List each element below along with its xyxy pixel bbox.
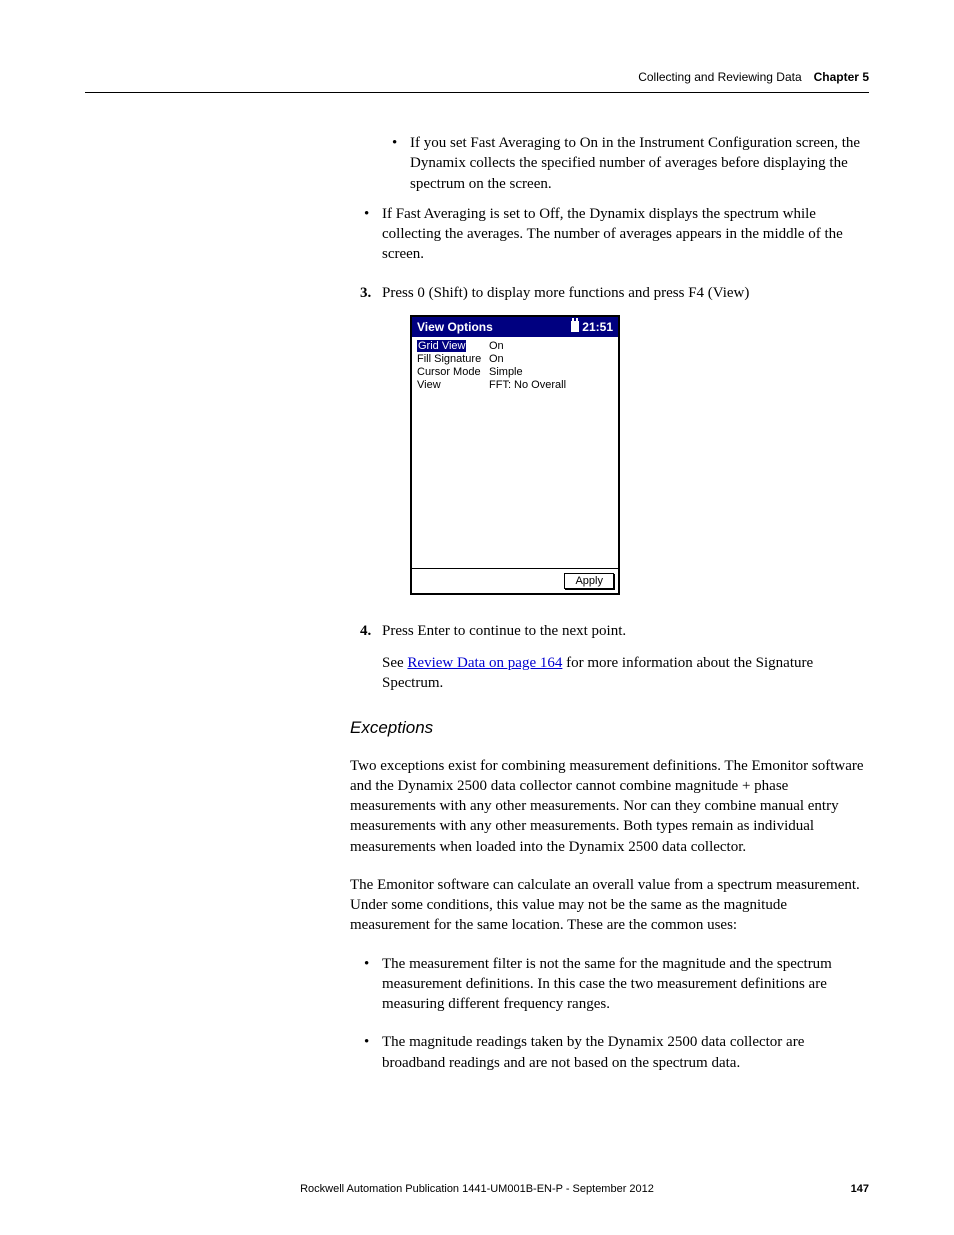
footer-publication: Rockwell Automation Publication 1441-UM0… (125, 1183, 829, 1195)
page-header: Collecting and Reviewing Data Chapter 5 (85, 70, 869, 93)
device-option-row[interactable]: Grid ViewOn (417, 340, 613, 353)
device-option-value: Simple (489, 366, 523, 379)
device-option-row[interactable]: ViewFFT: No Overall (417, 379, 613, 392)
device-option-value: On (489, 353, 504, 366)
device-footer: Apply (412, 568, 618, 593)
step-3-text: Press 0 (Shift) to display more function… (382, 285, 749, 301)
device-option-row[interactable]: Cursor ModeSimple (417, 366, 613, 379)
device-option-value: FFT: No Overall (489, 379, 566, 392)
footer-page-number: 147 (829, 1183, 869, 1195)
step-3: 3. Press 0 (Shift) to display more funct… (382, 283, 869, 303)
device-option-label: Grid View (417, 340, 489, 353)
exceptions-p2: The Emonitor software can calculate an o… (350, 875, 869, 936)
exceptions-bullet-1: The measurement filter is not the same f… (382, 954, 869, 1015)
power-icon (571, 321, 579, 332)
exceptions-bullet-2: The magnitude readings taken by the Dyna… (382, 1032, 869, 1073)
step-4-number: 4. (360, 621, 371, 641)
device-body: Grid ViewOnFill SignatureOnCursor ModeSi… (412, 337, 618, 568)
page-footer: Rockwell Automation Publication 1441-UM0… (85, 1183, 869, 1195)
device-option-label: Fill Signature (417, 353, 489, 366)
device-option-label: Cursor Mode (417, 366, 489, 379)
apply-button[interactable]: Apply (564, 573, 614, 589)
exceptions-heading: Exceptions (350, 718, 869, 738)
header-chapter: Chapter 5 (814, 70, 869, 84)
device-title: View Options (417, 320, 493, 334)
see-prefix: See (382, 655, 407, 671)
page-content: If you set Fast Averaging to On in the I… (350, 133, 869, 1073)
device-time-text: 21:51 (582, 320, 613, 334)
main-bullet: If Fast Averaging is set to Off, the Dyn… (382, 204, 869, 265)
step-4: 4. Press Enter to continue to the next p… (382, 621, 869, 641)
review-data-link[interactable]: Review Data on page 164 (407, 655, 562, 671)
device-titlebar: View Options 21:51 (412, 317, 618, 337)
device-option-row[interactable]: Fill SignatureOn (417, 353, 613, 366)
device-time: 21:51 (571, 320, 613, 334)
step-4-text: Press Enter to continue to the next poin… (382, 623, 626, 639)
header-section: Collecting and Reviewing Data (638, 70, 801, 84)
device-screenshot: View Options 21:51 Grid ViewOnFill Signa… (410, 315, 620, 595)
see-paragraph: See Review Data on page 164 for more inf… (382, 653, 869, 694)
step-3-number: 3. (360, 283, 371, 303)
sub-bullet: If you set Fast Averaging to On in the I… (410, 133, 869, 194)
device-option-value: On (489, 340, 504, 353)
exceptions-p1: Two exceptions exist for combining measu… (350, 756, 869, 857)
device-option-label: View (417, 379, 489, 392)
